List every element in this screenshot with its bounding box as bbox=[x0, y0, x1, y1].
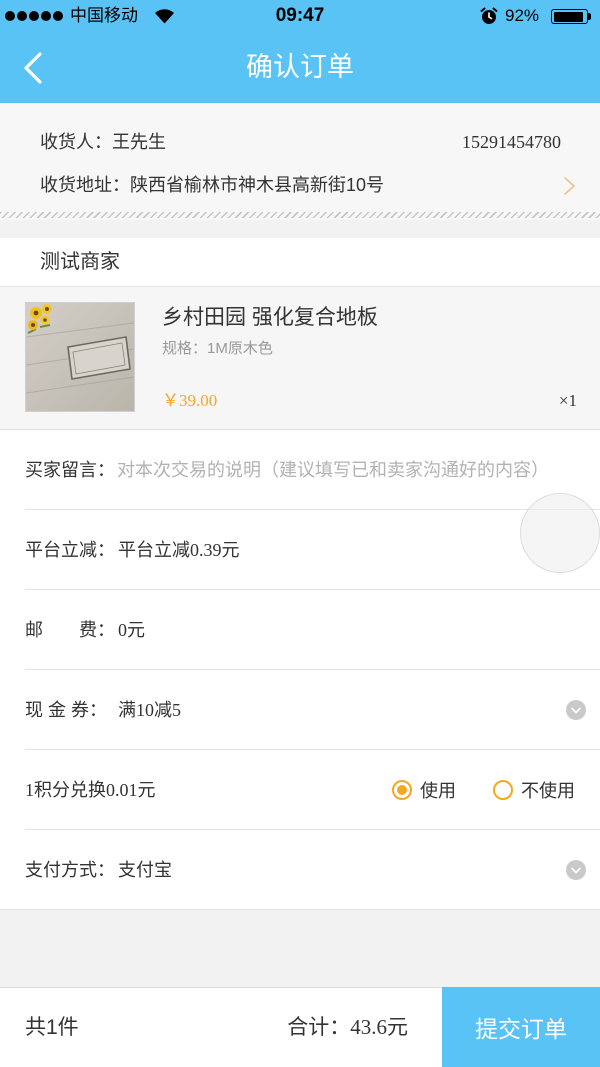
total-value: 43.6元 bbox=[350, 1015, 408, 1039]
header: 中国移动 09:47 92% 确认订单 bbox=[0, 0, 600, 103]
buyer-message-label: 买家留言： bbox=[25, 460, 115, 480]
payment-method-label: 支付方式： bbox=[25, 860, 115, 880]
checkout-bar: 共1件 合计：43.6元 提交订单 bbox=[0, 987, 600, 1067]
points-not-use-radio[interactable]: 不使用 bbox=[493, 750, 575, 830]
address-border-stripe bbox=[0, 212, 600, 218]
assistive-touch-button[interactable] bbox=[520, 493, 600, 573]
chevron-right-icon[interactable] bbox=[563, 176, 576, 196]
shipping-label: 邮 费： bbox=[25, 620, 115, 640]
status-time: 09:47 bbox=[275, 5, 325, 26]
points-row: 1积分兑换0.01元 使用 不使用 bbox=[0, 750, 600, 830]
address-section[interactable]: 收货人：王先生 15291454780 收货地址：陕西省榆林市神木县高新街10号 bbox=[0, 103, 600, 220]
product-price: ￥39.00 bbox=[162, 391, 218, 410]
battery-fill bbox=[553, 11, 583, 22]
coupon-label: 现 金 券： bbox=[25, 700, 108, 720]
wifi-icon bbox=[155, 9, 174, 24]
product-item[interactable]: 乡村田园 强化复合地板 规格：1M原木色 ￥39.00 ×1 bbox=[0, 286, 600, 430]
receiver-phone: 15291454780 bbox=[462, 132, 561, 152]
chevron-left-icon[interactable] bbox=[20, 51, 46, 85]
page-title: 确认订单 bbox=[246, 52, 354, 82]
radio-circle-icon bbox=[493, 780, 513, 800]
item-count: 共1件 bbox=[25, 1016, 79, 1039]
address-value: 陕西省榆林市神木县高新街10号 bbox=[130, 175, 385, 195]
coupon-value: 满10减5 bbox=[118, 700, 181, 720]
points-use-label: 使用 bbox=[420, 781, 456, 801]
payment-method-row[interactable]: 支付方式： 支付宝 bbox=[0, 830, 600, 910]
product-spec: 规格：1M原木色 bbox=[162, 340, 273, 357]
payment-method-value: 支付宝 bbox=[118, 860, 172, 880]
receiver-name: 王先生 bbox=[112, 132, 166, 152]
platform-discount-row: 平台立减： 平台立减0.39元 bbox=[0, 510, 600, 590]
points-not-use-label: 不使用 bbox=[521, 781, 575, 801]
platform-discount-label: 平台立减： bbox=[25, 540, 115, 560]
points-use-radio[interactable]: 使用 bbox=[392, 750, 456, 830]
carrier-name: 中国移动 bbox=[70, 6, 138, 25]
platform-discount-value: 平台立减0.39元 bbox=[118, 540, 240, 560]
nav-bar: 确认订单 bbox=[0, 32, 600, 103]
address-label: 收货地址： bbox=[40, 175, 130, 195]
battery-percentage: 92% bbox=[505, 6, 540, 25]
receiver-line: 收货人：王先生 bbox=[40, 130, 166, 154]
submit-order-button[interactable]: 提交订单 bbox=[442, 987, 600, 1067]
coupon-row[interactable]: 现 金 券： 满10减5 bbox=[0, 670, 600, 750]
chevron-down-circle-icon[interactable] bbox=[566, 860, 586, 880]
buyer-message-row: 买家留言： bbox=[0, 430, 600, 510]
battery-icon bbox=[551, 9, 588, 24]
buyer-message-input[interactable] bbox=[117, 455, 590, 485]
product-image bbox=[25, 302, 135, 412]
points-label: 1积分兑换0.01元 bbox=[25, 780, 156, 800]
shipping-row: 邮 费： 0元 bbox=[0, 590, 600, 670]
order-total: 合计：43.6元 bbox=[287, 988, 408, 1067]
battery-nub bbox=[588, 13, 591, 20]
alarm-icon bbox=[480, 7, 498, 24]
address-line: 收货地址：陕西省榆林市神木县高新街10号 bbox=[40, 173, 384, 197]
product-title: 乡村田园 强化复合地板 bbox=[162, 306, 378, 329]
chevron-down-circle-icon[interactable] bbox=[566, 700, 586, 720]
receiver-label: 收货人： bbox=[40, 132, 112, 152]
shipping-value: 0元 bbox=[118, 620, 145, 640]
total-label: 合计： bbox=[287, 1016, 351, 1039]
signal-strength-icon bbox=[5, 11, 63, 21]
radio-circle-icon bbox=[392, 780, 412, 800]
status-bar: 中国移动 09:47 92% bbox=[0, 0, 600, 32]
product-quantity: ×1 bbox=[558, 391, 577, 410]
shop-name: 测试商家 bbox=[0, 238, 600, 286]
